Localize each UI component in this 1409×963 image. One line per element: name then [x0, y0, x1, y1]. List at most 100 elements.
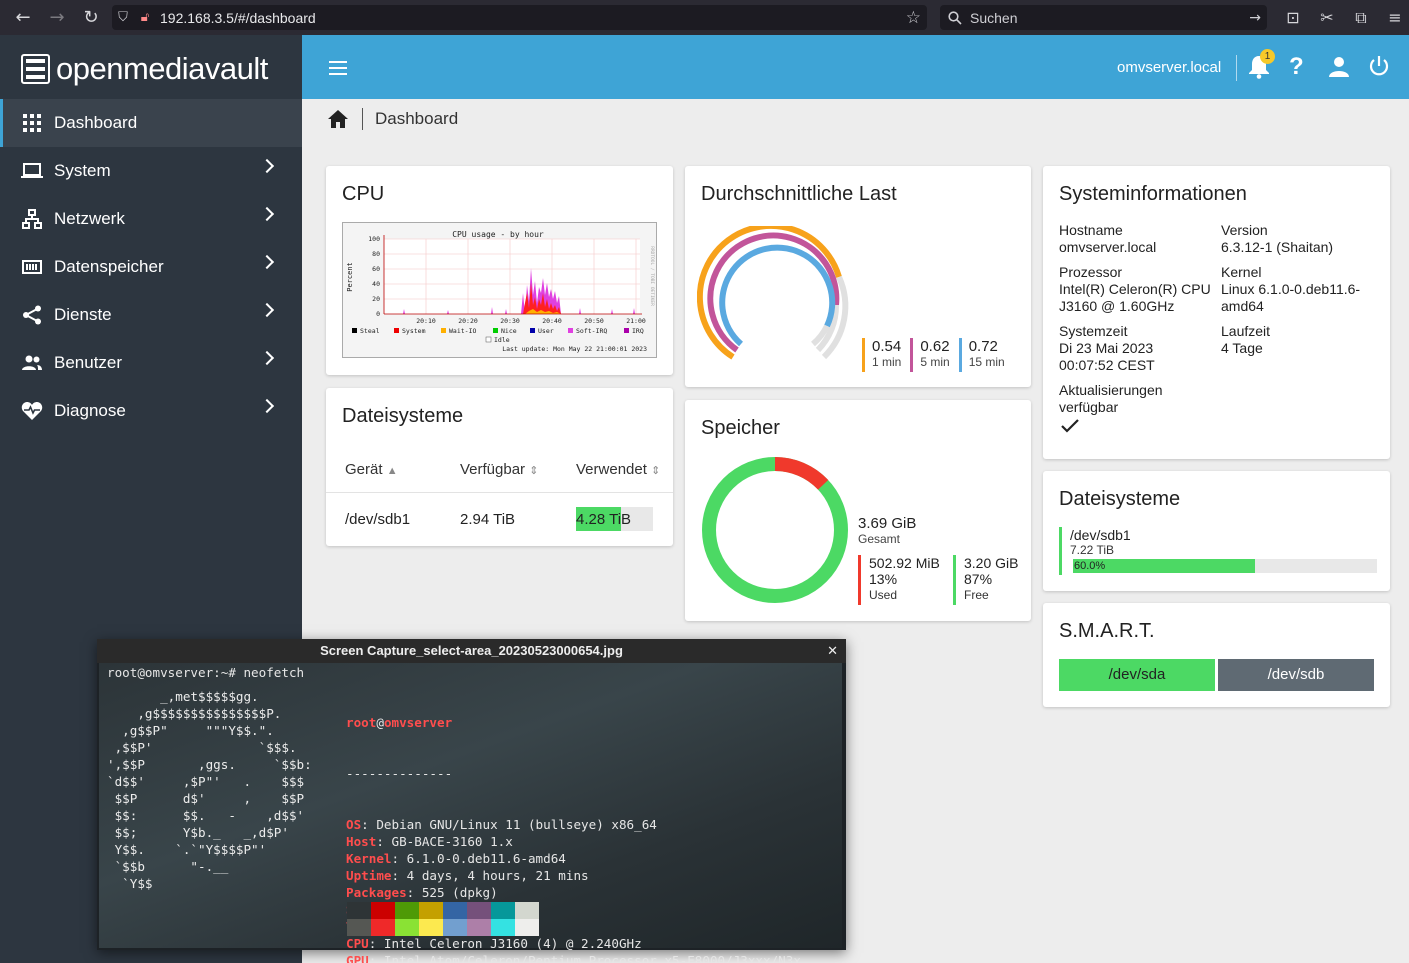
ascii-line: Y$$. `.`"Y$$$$P"': [107, 842, 267, 857]
color-swatch: [395, 902, 419, 919]
info-key: Packages: [346, 885, 407, 900]
ascii-line: `$$b "-.__: [107, 859, 229, 874]
hamburger-menu-icon[interactable]: [329, 61, 347, 75]
column-header-available[interactable]: Verfügbar ⇕: [460, 461, 538, 478]
memory-used-label: Used: [869, 588, 898, 602]
version-value: 6.3.12-1 (Shaitan): [1221, 239, 1334, 255]
processor-label: Prozessor: [1059, 264, 1123, 280]
shield-icon[interactable]: ⛉: [112, 10, 134, 25]
load-interval: 15 min: [968, 355, 1005, 369]
color-swatch: [347, 902, 371, 919]
chevron-right-icon: [259, 206, 275, 222]
legend-item: System: [402, 327, 426, 335]
breadcrumb-current: Dashboard: [375, 109, 459, 128]
user-name: root: [346, 715, 377, 730]
cpu-usage-graph[interactable]: CPU usage - by hour Percent 100 80 60 40…: [342, 222, 657, 358]
filesystem-device: /dev/sdb1: [1070, 527, 1131, 543]
reload-icon[interactable]: ↻: [74, 0, 108, 35]
ascii-line: $$; Y$b._ _,d$P': [107, 825, 289, 840]
load-5min: 0.62 5 min: [910, 338, 950, 372]
logo[interactable]: openmediavault: [21, 51, 268, 87]
terminal-output: root@omvserver:~# neofetch _,met$$$$$gg.…: [99, 663, 842, 963]
info-key: Kernel: [346, 851, 392, 866]
user-icon[interactable]: [1328, 56, 1350, 78]
filesystem-size: 7.22 TiB: [1070, 543, 1115, 557]
card-title: CPU: [342, 183, 385, 205]
storage-icon: [21, 256, 43, 278]
lock-icon[interactable]: 🔓︎: [134, 10, 156, 25]
load-value: 0.54: [872, 338, 902, 355]
help-icon[interactable]: ?: [1289, 53, 1304, 81]
sidebar-item-label: System: [54, 161, 111, 180]
screen-capture-window[interactable]: Screen Capture_select-area_2023052300065…: [97, 639, 846, 963]
graph-title: CPU usage - by hour: [452, 230, 544, 239]
memory-free: 3.20 GiB 87% Free: [953, 555, 1018, 605]
chevron-right-icon: [259, 302, 275, 318]
screenshot-icon[interactable]: ✂: [1310, 0, 1344, 35]
legend-item: Nice: [501, 327, 517, 335]
sidebar-item-label: Benutzer: [54, 353, 123, 372]
sidebar-item-dashboard[interactable]: Dashboard: [0, 99, 302, 147]
legend-item: IRQ: [632, 327, 644, 335]
window-titlebar[interactable]: Screen Capture_select-area_2023052300065…: [97, 639, 846, 663]
logo-server-icon: [21, 54, 50, 84]
users-icon: [21, 352, 43, 374]
hostname-label: Hostname: [1059, 222, 1123, 238]
breadcrumb: Dashboard: [328, 108, 458, 130]
column-header-device[interactable]: Gerät ▲: [345, 461, 398, 478]
memory-free-value: 3.20 GiB: [964, 555, 1019, 571]
legend-item: Steal: [360, 327, 380, 335]
cell-used: 4.28 TiB: [576, 511, 632, 528]
back-icon[interactable]: ←: [6, 0, 40, 35]
header-label: Gerät: [345, 461, 383, 478]
y-tick: 20: [372, 295, 380, 303]
top-app-bar: omvserver.local 1 ?: [302, 35, 1409, 99]
x-tick: 20:30: [500, 317, 520, 325]
filesystems-table-card: Dateisysteme Gerät ▲ Verfügbar ⇕ Verwend…: [326, 388, 673, 546]
memory-used-percent: 13%: [869, 571, 898, 587]
header-label: Verwendet: [576, 461, 647, 478]
browser-search-field[interactable]: Suchen →: [940, 5, 1267, 30]
ascii-line: $$: $$. - ,d$$': [107, 808, 305, 823]
pocket-icon[interactable]: ⊡: [1276, 0, 1310, 35]
load-value: 0.62: [920, 338, 950, 355]
sidebar-item-benutzer[interactable]: Benutzer: [0, 339, 302, 387]
url-bar[interactable]: ⛉ 🔓︎ 192.168.3.5/#/dashboard ☆: [112, 5, 927, 30]
cpu-card: CPU CPU usage - by hour Percent 100 80 6…: [326, 166, 673, 375]
color-swatch: [347, 919, 371, 936]
bookmark-star-icon[interactable]: ☆: [906, 8, 921, 28]
y-tick: 100: [368, 235, 380, 243]
sidebar-item-system[interactable]: System: [0, 147, 302, 195]
at-sign: @: [376, 715, 384, 730]
y-tick: 80: [372, 250, 380, 258]
extensions-icon[interactable]: ⧉: [1344, 0, 1378, 35]
cell-device: /dev/sdb1: [345, 511, 411, 528]
x-tick: 20:50: [584, 317, 604, 325]
search-go-icon[interactable]: →: [1249, 10, 1261, 26]
info-line: Host: GB-BACE-3160 1.x: [346, 833, 801, 850]
info-value: : Debian GNU/Linux 11 (bullseye) x86_64: [361, 817, 657, 832]
column-header-used[interactable]: Verwendet ⇕: [576, 461, 660, 478]
sidebar-item-diagnose[interactable]: Diagnose: [0, 387, 302, 435]
sidebar-item-label: Datenspeicher: [54, 257, 164, 276]
forward-icon[interactable]: →: [40, 0, 74, 35]
sidebar-item-netzwerk[interactable]: Netzwerk: [0, 195, 302, 243]
smart-device-sda[interactable]: /dev/sda: [1059, 659, 1215, 691]
load-gauge: [697, 226, 849, 360]
ascii-line: $$P d$' , $$P: [107, 791, 305, 806]
sort-icon: ⇕: [651, 465, 661, 477]
sidebar-item-label: Netzwerk: [54, 209, 125, 228]
sidebar-item-dienste[interactable]: Dienste: [0, 291, 302, 339]
menu-icon[interactable]: ≡: [1378, 0, 1409, 35]
smart-device-sdb[interactable]: /dev/sdb: [1218, 659, 1374, 691]
laptop-icon: [21, 160, 43, 182]
card-title: Speicher: [701, 417, 780, 439]
sidebar-item-datenspeicher[interactable]: Datenspeicher: [0, 243, 302, 291]
power-icon[interactable]: [1368, 55, 1390, 77]
card-title: Systeminformationen: [1059, 183, 1247, 205]
close-icon[interactable]: ✕: [827, 639, 838, 663]
y-tick: 0: [376, 310, 380, 318]
grid-icon: [21, 112, 43, 134]
home-icon[interactable]: [328, 110, 348, 128]
hostname-value: omvserver.local: [1059, 239, 1157, 255]
